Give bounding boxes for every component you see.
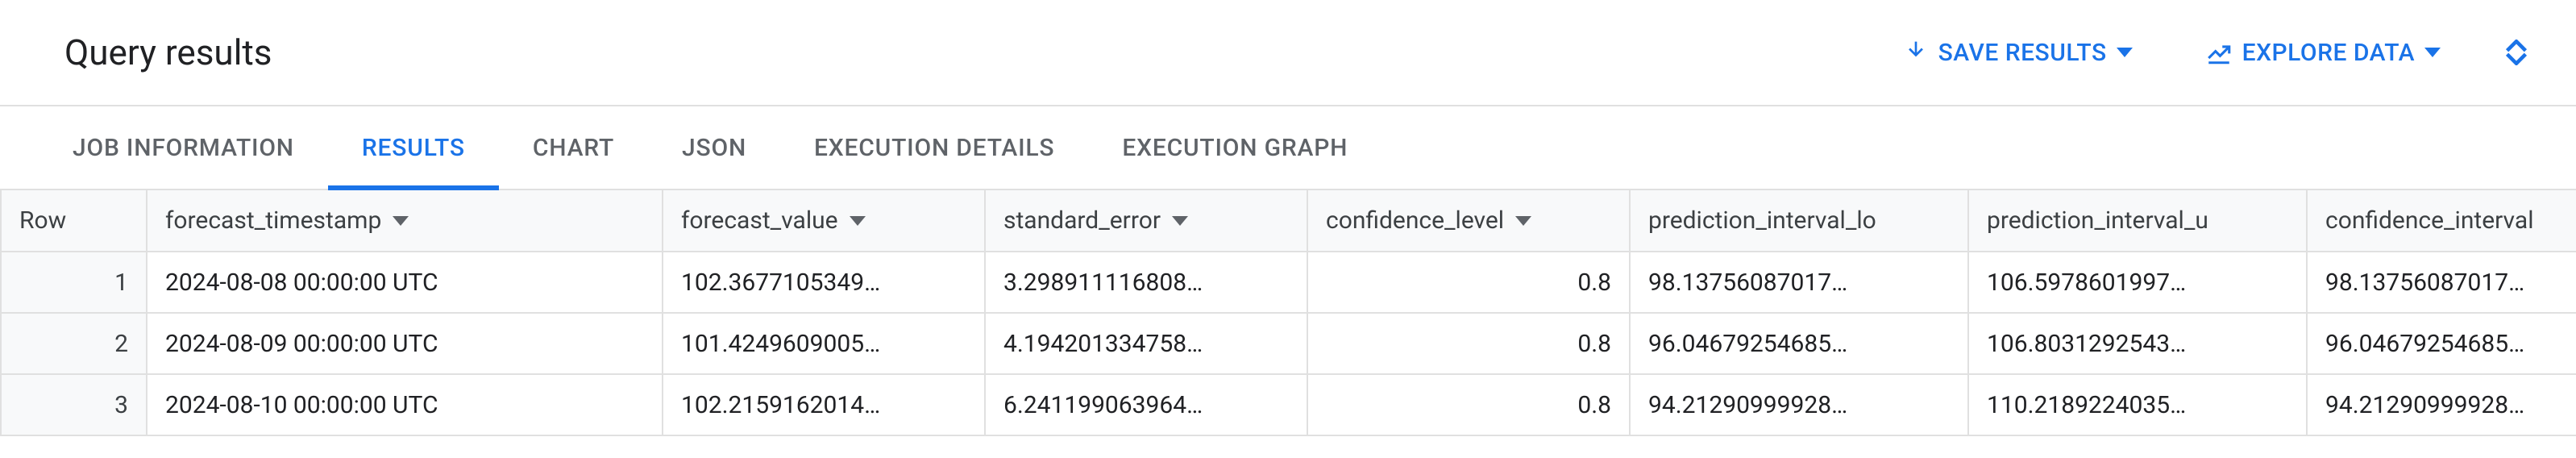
results-tabs: JOB INFORMATION RESULTS CHART JSON EXECU… xyxy=(0,105,2576,190)
col-label: standard_error xyxy=(1003,206,1161,235)
sort-caret-icon xyxy=(1515,216,1531,226)
explore-data-label: EXPLORE DATA xyxy=(2242,39,2415,67)
cell-row: 3 xyxy=(2,374,147,435)
cell-piu: 110.2189224035… xyxy=(1968,374,2307,435)
table-row[interactable]: 3 2024-08-10 00:00:00 UTC 102.2159162014… xyxy=(2,374,2576,435)
cell-row: 1 xyxy=(2,252,147,313)
col-forecast-value[interactable]: forecast_value xyxy=(663,190,985,252)
save-results-button[interactable]: SAVE RESULTS xyxy=(1887,31,2149,75)
caret-down-icon xyxy=(2117,44,2133,60)
table-header-row: Row forecast_timestamp forecast_value st… xyxy=(2,190,2576,252)
chart-icon xyxy=(2205,39,2233,66)
save-results-label: SAVE RESULTS xyxy=(1938,39,2107,67)
col-label: Row xyxy=(19,206,66,235)
cell-piu: 106.8031292543… xyxy=(1968,313,2307,374)
col-label: forecast_timestamp xyxy=(165,206,381,235)
cell-confidence-level: 0.8 xyxy=(1307,313,1630,374)
cell-confidence-level: 0.8 xyxy=(1307,252,1630,313)
cell-forecast-timestamp: 2024-08-10 00:00:00 UTC xyxy=(147,374,663,435)
col-label: prediction_interval_u xyxy=(1987,206,2208,235)
tab-label: EXECUTION DETAILS xyxy=(814,134,1054,162)
cell-forecast-timestamp: 2024-08-08 00:00:00 UTC xyxy=(147,252,663,313)
col-label: prediction_interval_lo xyxy=(1648,206,1876,235)
explore-data-button[interactable]: EXPLORE DATA xyxy=(2189,31,2457,75)
col-standard-error[interactable]: standard_error xyxy=(985,190,1307,252)
tab-label: CHART xyxy=(533,134,614,162)
col-label: confidence_interval xyxy=(2325,206,2534,235)
caret-down-icon xyxy=(2424,44,2441,60)
tab-label: JSON xyxy=(682,134,746,162)
cell-row: 2 xyxy=(2,313,147,374)
tab-json[interactable]: JSON xyxy=(648,106,780,189)
sort-caret-icon xyxy=(1172,216,1188,226)
tab-results[interactable]: RESULTS xyxy=(328,106,499,189)
cell-pil: 94.21290999928… xyxy=(1630,374,1968,435)
cell-pil: 98.13756087017… xyxy=(1630,252,1968,313)
results-table: Row forecast_timestamp forecast_value st… xyxy=(2,190,2576,436)
cell-forecast-timestamp: 2024-08-09 00:00:00 UTC xyxy=(147,313,663,374)
chevron-up-icon xyxy=(2505,40,2528,52)
cell-forecast-value: 102.3677105349… xyxy=(663,252,985,313)
col-prediction-interval-upper[interactable]: prediction_interval_u xyxy=(1968,190,2307,252)
page-title: Query results xyxy=(64,31,272,73)
cell-ci: 94.21290999928… xyxy=(2307,374,2576,435)
cell-forecast-value: 102.2159162014… xyxy=(663,374,985,435)
tab-chart[interactable]: CHART xyxy=(499,106,648,189)
tab-execution-details[interactable]: EXECUTION DETAILS xyxy=(780,106,1088,189)
col-confidence-interval[interactable]: confidence_interval xyxy=(2307,190,2576,252)
tab-job-information[interactable]: JOB INFORMATION xyxy=(39,106,328,189)
cell-piu: 106.5978601997… xyxy=(1968,252,2307,313)
col-row[interactable]: Row xyxy=(2,190,147,252)
col-label: confidence_level xyxy=(1326,206,1504,235)
results-table-wrap: Row forecast_timestamp forecast_value st… xyxy=(0,190,2576,436)
tab-label: JOB INFORMATION xyxy=(73,134,294,162)
cell-ci: 96.04679254685… xyxy=(2307,313,2576,374)
sort-caret-icon xyxy=(850,216,866,226)
tab-label: RESULTS xyxy=(362,134,465,162)
results-header: Query results SAVE RESULTS EXPLORE DATA xyxy=(0,0,2576,105)
col-label: forecast_value xyxy=(681,206,838,235)
col-confidence-level[interactable]: confidence_level xyxy=(1307,190,1630,252)
cell-ci: 98.13756087017… xyxy=(2307,252,2576,313)
chevron-down-icon xyxy=(2505,52,2528,65)
expand-collapse-button[interactable] xyxy=(2505,40,2528,65)
col-forecast-timestamp[interactable]: forecast_timestamp xyxy=(147,190,663,252)
tab-execution-graph[interactable]: EXECUTION GRAPH xyxy=(1088,106,1381,189)
table-row[interactable]: 2 2024-08-09 00:00:00 UTC 101.4249609005… xyxy=(2,313,2576,374)
sort-caret-icon xyxy=(393,216,409,226)
table-row[interactable]: 1 2024-08-08 00:00:00 UTC 102.3677105349… xyxy=(2,252,2576,313)
tab-label: EXECUTION GRAPH xyxy=(1122,134,1348,162)
cell-confidence-level: 0.8 xyxy=(1307,374,1630,435)
col-prediction-interval-lower[interactable]: prediction_interval_lo xyxy=(1630,190,1968,252)
cell-standard-error: 3.298911116808… xyxy=(985,252,1307,313)
cell-standard-error: 4.194201334758… xyxy=(985,313,1307,374)
download-icon xyxy=(1903,40,1929,65)
cell-forecast-value: 101.4249609005… xyxy=(663,313,985,374)
cell-standard-error: 6.241199063964… xyxy=(985,374,1307,435)
cell-pil: 96.04679254685… xyxy=(1630,313,1968,374)
